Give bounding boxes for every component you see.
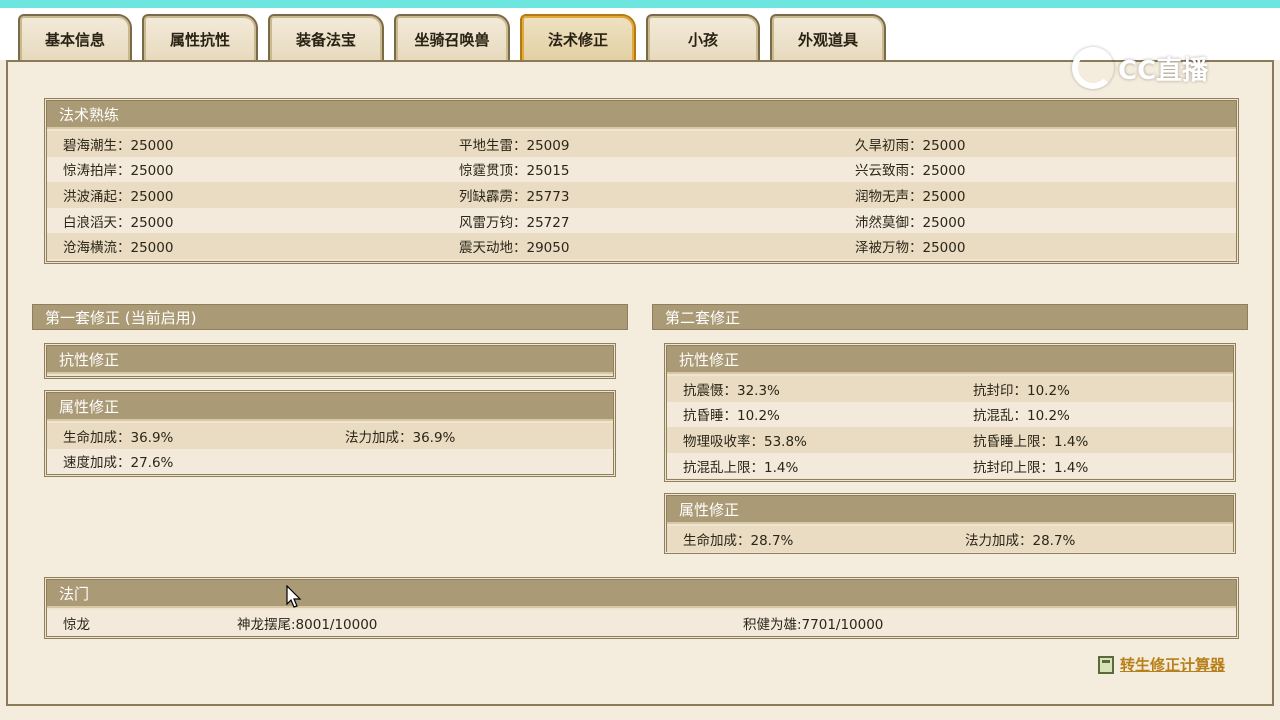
table-row: 惊涛拍岸：25000 惊霆贯顶：25015 兴云致雨：25000: [47, 156, 1236, 183]
set2-attr-cell: 法力加成：28.7%: [965, 532, 1076, 549]
watermark-logo: CC直播: [1072, 44, 1208, 92]
mastery-cell: 沧海横流：25000: [63, 240, 174, 257]
mastery-cell: 列缺霹雳：25773: [459, 188, 570, 205]
set2-resist-cell: 抗震慑：32.3%: [683, 382, 780, 399]
set1-resist-title: 抗性修正: [47, 346, 613, 374]
mastery-cell: 平地生雷：25009: [459, 137, 570, 154]
set1-attr-cell: 速度加成：27.6%: [63, 455, 174, 472]
set2-attr-title: 属性修正: [667, 496, 1233, 524]
mastery-cell: 久旱初雨：25000: [855, 137, 966, 154]
table-row: 沧海横流：25000 震天动地：29050 泽被万物：25000: [47, 233, 1236, 259]
calculator-link[interactable]: 转生修正计算器: [1098, 654, 1225, 675]
mastery-cell: 洪波涌起：25000: [63, 188, 174, 205]
set2-resist-title: 抗性修正: [667, 346, 1233, 374]
table-row: 抗混乱上限：1.4% 抗封印上限：1.4%: [667, 452, 1233, 479]
mastery-panel: 法术熟练 碧海潮生：25000 平地生雷：25009 久旱初雨：25000 惊涛…: [44, 98, 1239, 264]
mastery-cell: 兴云致雨：25000: [855, 163, 966, 180]
set2-resist-panel: 抗性修正 抗震慑：32.3% 抗封印：10.2% 抗昏睡：10.2% 抗混乱：1…: [664, 343, 1236, 482]
set2-resist-cell: 抗混乱：10.2%: [973, 408, 1070, 425]
set1-attr-panel: 属性修正 生命加成：36.9% 法力加成：36.9% 速度加成：27.6%: [44, 390, 616, 477]
tab-attributes-resist[interactable]: 属性抗性: [142, 14, 258, 62]
set2-resist-cell: 物理吸收率：53.8%: [683, 433, 807, 450]
famen-title: 法门: [47, 580, 1236, 608]
mastery-table: 碧海潮生：25000 平地生雷：25009 久旱初雨：25000 惊涛拍岸：25…: [47, 129, 1236, 259]
mouse-cursor-icon: [286, 585, 302, 608]
tab-child[interactable]: 小孩: [646, 14, 760, 62]
set2-title: 第二套修正: [652, 304, 1248, 330]
set1-title: 第一套修正 (当前启用): [32, 304, 628, 330]
tab-appearance[interactable]: 外观道具: [770, 14, 886, 62]
set2-attr-cell: 生命加成：28.7%: [683, 532, 794, 549]
table-row: 生命加成：36.9% 法力加成：36.9%: [47, 423, 613, 449]
set2-attr-panel: 属性修正 生命加成：28.7% 法力加成：28.7%: [664, 493, 1236, 554]
set1-attr-cell: 生命加成：36.9%: [63, 429, 174, 446]
table-row: 洪波涌起：25000 列缺霹雳：25773 润物无声：25000: [47, 182, 1236, 208]
set1-resist-panel: 抗性修正: [44, 343, 616, 379]
famen-cell: 神龙摆尾:8001/10000: [237, 616, 378, 633]
mastery-cell: 沛然莫御：25000: [855, 214, 966, 231]
set2-resist-cell: 抗昏睡上限：1.4%: [973, 433, 1089, 450]
calculator-link-label: 转生修正计算器: [1120, 656, 1226, 674]
table-row: 速度加成：27.6%: [47, 448, 613, 475]
set2-resist-cell: 抗混乱上限：1.4%: [683, 459, 799, 476]
mastery-cell: 震天动地：29050: [459, 240, 570, 257]
table-row: 抗震慑：32.3% 抗封印：10.2%: [667, 376, 1233, 402]
tab-equipment[interactable]: 装备法宝: [268, 14, 384, 62]
mastery-cell: 润物无声：25000: [855, 188, 966, 205]
table-row: 抗昏睡：10.2% 抗混乱：10.2%: [667, 401, 1233, 428]
famen-cell: 积健为雄:7701/10000: [743, 616, 884, 633]
tab-mount-summon[interactable]: 坐骑召唤兽: [394, 14, 510, 62]
tab-basic-info[interactable]: 基本信息: [18, 14, 132, 62]
mastery-cell: 惊涛拍岸：25000: [63, 163, 174, 180]
set1-attr-cell: 法力加成：36.9%: [345, 429, 456, 446]
mastery-cell: 碧海潮生：25000: [63, 137, 174, 154]
set2-resist-cell: 抗封印：10.2%: [973, 382, 1070, 399]
mastery-title: 法术熟练: [47, 101, 1236, 129]
mastery-cell: 白浪滔天：25000: [63, 214, 174, 231]
mastery-cell: 惊霆贯顶：25015: [459, 163, 570, 180]
tab-spell-correction[interactable]: 法术修正: [520, 14, 636, 62]
cc-logo-icon: [1072, 47, 1114, 89]
window-title-strip: [0, 0, 1280, 8]
table-row: 白浪滔天：25000 风雷万钧：25727 沛然莫御：25000: [47, 207, 1236, 234]
famen-cell: 惊龙: [63, 616, 90, 633]
table-row: 生命加成：28.7% 法力加成：28.7%: [667, 526, 1233, 552]
calculator-icon: [1098, 655, 1114, 674]
set1-attr-title: 属性修正: [47, 393, 613, 421]
table-row: 物理吸收率：53.8% 抗昏睡上限：1.4%: [667, 427, 1233, 453]
mastery-cell: 泽被万物：25000: [855, 240, 966, 257]
set2-resist-cell: 抗封印上限：1.4%: [973, 459, 1089, 476]
table-row: 惊龙 神龙摆尾:8001/10000 积健为雄:7701/10000: [47, 610, 1236, 636]
set2-resist-cell: 抗昏睡：10.2%: [683, 408, 780, 425]
famen-panel: 法门 惊龙 神龙摆尾:8001/10000 积健为雄:7701/10000: [44, 577, 1239, 639]
mastery-cell: 风雷万钧：25727: [459, 214, 570, 231]
table-row: 碧海潮生：25000 平地生雷：25009 久旱初雨：25000: [47, 131, 1236, 157]
watermark-text: CC直播: [1118, 55, 1209, 86]
